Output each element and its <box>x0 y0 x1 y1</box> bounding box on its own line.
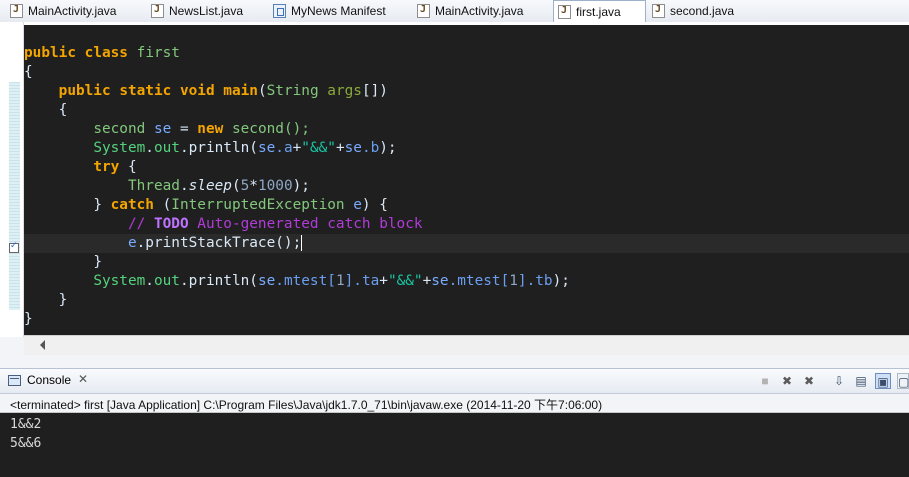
scroll-left-arrow-icon[interactable] <box>40 340 45 350</box>
remove-launch-icon[interactable]: ✖ <box>779 373 795 389</box>
code-text-area[interactable]: public class first { public static void … <box>24 25 909 335</box>
tab-second-java[interactable]: second.java <box>648 1 748 21</box>
code-line-9: } catch (InterruptedException e) { <box>93 197 388 213</box>
java-file-icon <box>417 4 430 18</box>
tab-label: MainActivity.java <box>28 4 117 18</box>
code-line-12: } <box>93 254 102 270</box>
java-file-icon <box>10 4 23 18</box>
tab-label: NewsList.java <box>169 4 244 18</box>
tab-newslist-java[interactable]: NewsList.java <box>147 1 267 21</box>
manifest-icon <box>273 4 286 18</box>
close-icon[interactable]: ✕ <box>78 372 88 386</box>
display-selected-console-icon[interactable]: ▣ <box>875 373 891 389</box>
code-line-11: e.printStackTrace(); <box>24 234 909 253</box>
console-process-status: <terminated> first [Java Application] C:… <box>10 398 603 412</box>
changed-range-gutter <box>9 82 20 310</box>
tab-mynews-manifest[interactable]: MyNews Manifest <box>269 1 409 21</box>
tab-label: first.java <box>576 5 621 19</box>
overview-gutter <box>0 22 9 337</box>
tab-label: second.java <box>670 4 735 18</box>
console-icon <box>8 375 21 386</box>
console-output-line: 1&&2 <box>10 417 42 432</box>
code-line-3: public static void main(String args[]) <box>58 83 388 99</box>
code-line-5: second se = new second(); <box>93 121 310 137</box>
code-line-2: { <box>24 64 33 80</box>
remove-all-terminated-icon[interactable]: ✖ <box>801 373 817 389</box>
console-tab-title[interactable]: Console <box>27 373 71 387</box>
tab-label: MainActivity.java <box>435 4 524 18</box>
code-line-7: try { <box>93 159 137 175</box>
tab-first-java[interactable]: first.java <box>553 0 646 23</box>
code-line-13: System.out.println(se.mtest[1].ta+"&&"+s… <box>93 273 570 289</box>
task-marker-icon[interactable] <box>9 240 19 253</box>
code-line-4: { <box>58 102 68 118</box>
scroll-lock-icon[interactable]: ⇩ <box>831 373 847 389</box>
code-line-15: } <box>24 311 33 327</box>
tab-mainactivity-java-2[interactable]: MainActivity.java <box>413 1 550 21</box>
code-line-14: } <box>58 292 68 308</box>
text-caret <box>301 235 303 251</box>
pin-console-icon[interactable]: ▤ <box>853 373 869 389</box>
console-view-header: Console ✕ ■ ✖ ✖ ⇩ ▤ ▣ ▢ <box>0 368 909 394</box>
java-file-icon <box>652 4 665 18</box>
code-line-8: Thread.sleep(5*1000); <box>127 178 310 194</box>
code-line-1: public class first <box>24 45 180 61</box>
editor-tab-bar: MainActivity.java NewsList.java MyNews M… <box>0 0 909 23</box>
open-console-icon[interactable]: ▢ <box>897 373 909 389</box>
console-output[interactable]: 1&&2 5&&6 <box>0 412 909 477</box>
java-file-icon <box>558 5 571 19</box>
horizontal-scrollbar[interactable] <box>24 335 909 355</box>
terminate-icon[interactable]: ■ <box>757 373 773 389</box>
code-editor: public class first { public static void … <box>0 22 909 355</box>
code-line-10: // TODO Auto-generated catch block <box>127 216 423 232</box>
java-file-icon <box>151 4 164 18</box>
code-line-6: System.out.println(se.a+"&&"+se.b); <box>93 140 397 156</box>
tab-label: MyNews Manifest <box>291 4 386 18</box>
tab-mainactivity-java[interactable]: MainActivity.java <box>6 1 144 21</box>
console-output-line: 5&&6 <box>10 436 42 451</box>
